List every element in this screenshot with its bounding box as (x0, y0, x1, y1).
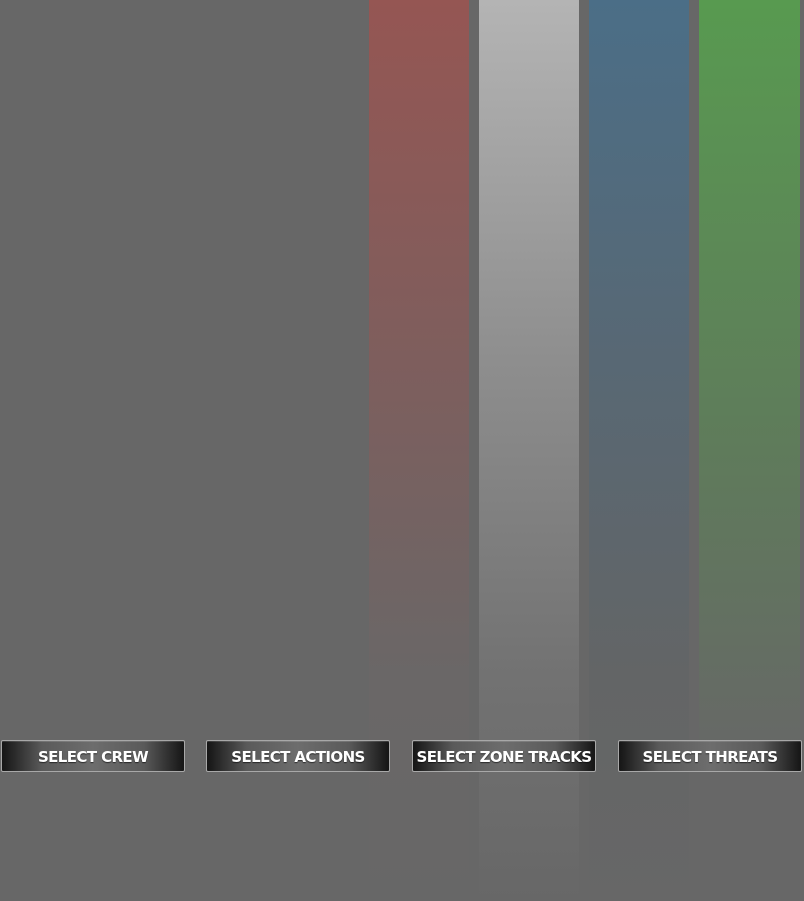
select-zone-tracks-button[interactable]: SELECT ZONE TRACKS (412, 740, 596, 772)
select-actions-button[interactable]: SELECT ACTIONS (206, 740, 390, 772)
select-crew-button[interactable]: SELECT CREW (1, 740, 185, 772)
select-threats-button[interactable]: SELECT THREATS (618, 740, 802, 772)
